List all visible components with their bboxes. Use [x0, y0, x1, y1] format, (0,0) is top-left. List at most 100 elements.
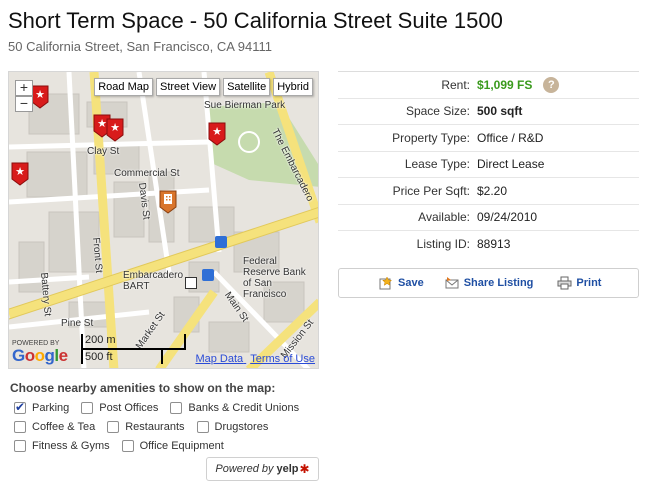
- map[interactable]: Sue Bierman Park The Embarcadero Clay St…: [8, 71, 319, 369]
- bart-icon[interactable]: [185, 277, 197, 289]
- amenity-office-equipment[interactable]: Office Equipment: [121, 440, 224, 452]
- yelp-logo: yelp: [276, 463, 299, 475]
- detail-label: Listing ID:: [416, 237, 470, 252]
- amenity-label: Office Equipment: [139, 440, 224, 452]
- transit-icon[interactable]: [202, 269, 214, 281]
- google-wordmark: Google: [12, 346, 68, 365]
- amenities-title: Choose nearby amenities to show on the m…: [10, 381, 276, 395]
- amenity-label: Drugstores: [214, 421, 269, 433]
- detail-label: Price Per Sqft:: [392, 183, 470, 198]
- amenity-post-offices[interactable]: Post Offices: [81, 402, 158, 414]
- checkbox[interactable]: [121, 440, 134, 452]
- detail-value: 88913: [477, 237, 511, 252]
- save-icon: [379, 276, 394, 290]
- terms-of-use-link[interactable]: Terms of Use: [250, 353, 315, 365]
- listing-address: 50 California Street, San Francisco, CA …: [8, 39, 272, 54]
- map-attribution: Map Data Terms of Use: [191, 353, 315, 365]
- amenity-parking[interactable]: Parking: [14, 400, 70, 414]
- listing-details: Rent: $1,099 FS ? Space Size: 500 sqft P…: [338, 71, 639, 258]
- detail-row-space-size: Space Size: 500 sqft: [338, 99, 639, 125]
- map-type-hybrid[interactable]: Hybrid: [273, 78, 313, 96]
- checkbox-checked[interactable]: [14, 400, 26, 414]
- red-star-pin-icon[interactable]: ★: [106, 118, 124, 142]
- map-label-park: Sue Bierman Park: [204, 100, 286, 111]
- map-label-embarcadero-bart: Embarcadero BART: [123, 270, 184, 292]
- detail-label: Property Type:: [392, 130, 470, 145]
- print-label: Print: [576, 277, 602, 289]
- print-button[interactable]: Print: [557, 276, 601, 290]
- svg-text:★: ★: [35, 88, 45, 101]
- detail-label: Available:: [418, 210, 470, 225]
- detail-value: Office / R&D: [477, 130, 544, 145]
- svg-text:★: ★: [212, 125, 222, 138]
- amenity-banks[interactable]: Banks & Credit Unions: [170, 402, 299, 414]
- detail-value: 09/24/2010: [477, 210, 538, 225]
- amenity-coffee-tea[interactable]: Coffee & Tea: [14, 421, 95, 433]
- detail-label: Rent:: [441, 77, 470, 92]
- transit-icon[interactable]: [215, 236, 227, 248]
- listing-actions: Save Share Listing Print: [338, 268, 639, 298]
- amenity-label: Restaurants: [125, 421, 185, 433]
- help-icon[interactable]: ?: [543, 76, 560, 93]
- scale-imperial: 500 ft: [85, 351, 113, 363]
- map-type-controls: Road Map Street View Satellite Hybrid: [94, 78, 313, 96]
- checkbox[interactable]: [14, 421, 26, 433]
- zoom-control: + −: [15, 80, 33, 112]
- amenity-drugstores[interactable]: Drugstores: [196, 421, 269, 433]
- map-type-road-map[interactable]: Road Map: [94, 78, 153, 96]
- rent-value: $1,099 FS: [477, 77, 533, 92]
- detail-value: $2.20: [477, 183, 508, 198]
- map-label-pine-st: Pine St: [61, 318, 94, 329]
- zoom-in-button[interactable]: +: [15, 80, 33, 96]
- yelp-burst-icon: ✱: [299, 462, 310, 476]
- save-button[interactable]: Save: [379, 276, 424, 290]
- zoom-out-button[interactable]: −: [15, 96, 33, 112]
- scale-metric: 200 m: [85, 334, 116, 346]
- checkbox[interactable]: [14, 440, 26, 452]
- detail-row-property-type: Property Type: Office / R&D: [338, 125, 639, 152]
- printer-icon: [557, 276, 572, 290]
- amenity-label: Banks & Credit Unions: [188, 402, 300, 414]
- svg-text:★: ★: [15, 165, 25, 178]
- amenity-label: Coffee & Tea: [32, 421, 96, 433]
- checkbox[interactable]: [81, 402, 94, 414]
- detail-row-rent: Rent: $1,099 FS ?: [338, 72, 639, 99]
- save-label: Save: [398, 277, 424, 289]
- amenity-fitness-gyms[interactable]: Fitness & Gyms: [14, 440, 110, 452]
- amenity-restaurants[interactable]: Restaurants: [107, 421, 185, 433]
- amenities-row: Parking Post Offices Banks & Credit Unio…: [14, 400, 314, 414]
- share-envelope-icon: [445, 276, 460, 290]
- share-listing-label: Share Listing: [463, 277, 534, 289]
- map-label-federal-reserve: Federal Reserve Bank of San Francisco: [243, 256, 306, 300]
- detail-row-available: Available: 09/24/2010: [338, 205, 639, 231]
- orange-building-pin-icon[interactable]: [159, 190, 177, 214]
- map-type-satellite[interactable]: Satellite: [223, 78, 271, 96]
- amenity-label: Fitness & Gyms: [32, 440, 110, 452]
- svg-text:★: ★: [110, 121, 120, 134]
- share-listing-button[interactable]: Share Listing: [445, 276, 534, 290]
- map-label-clay-st: Clay St: [87, 146, 120, 157]
- red-star-pin-icon[interactable]: ★: [208, 122, 226, 146]
- checkbox[interactable]: [107, 421, 120, 433]
- detail-row-listing-id: Listing ID: 88913: [338, 231, 639, 258]
- checkbox[interactable]: [170, 402, 183, 414]
- amenity-label: Post Offices: [99, 402, 159, 414]
- detail-row-price-per-sqft: Price Per Sqft: $2.20: [338, 178, 639, 205]
- google-logo[interactable]: POWERED BY Google: [12, 340, 76, 364]
- amenities-row: Coffee & Tea Restaurants Drugstores: [14, 421, 314, 433]
- amenity-label: Parking: [32, 402, 70, 414]
- powered-by-yelp[interactable]: Powered by yelp ✱: [206, 457, 319, 481]
- map-scale: 200 m 500 ft: [81, 332, 191, 366]
- detail-label: Lease Type:: [404, 157, 470, 172]
- red-star-pin-icon[interactable]: ★: [11, 162, 29, 186]
- powered-by-label: Powered by: [215, 463, 274, 475]
- red-star-pin-icon[interactable]: ★: [31, 85, 49, 109]
- map-label-commercial-st: Commercial St: [114, 168, 180, 179]
- detail-value: 500 sqft: [477, 104, 523, 119]
- map-canvas[interactable]: [9, 72, 319, 369]
- map-data-link[interactable]: Map Data: [195, 353, 243, 365]
- page-title: Short Term Space - 50 California Street …: [8, 8, 503, 33]
- detail-label: Space Size:: [405, 104, 470, 119]
- checkbox[interactable]: [196, 421, 209, 433]
- map-type-street-view[interactable]: Street View: [156, 78, 221, 96]
